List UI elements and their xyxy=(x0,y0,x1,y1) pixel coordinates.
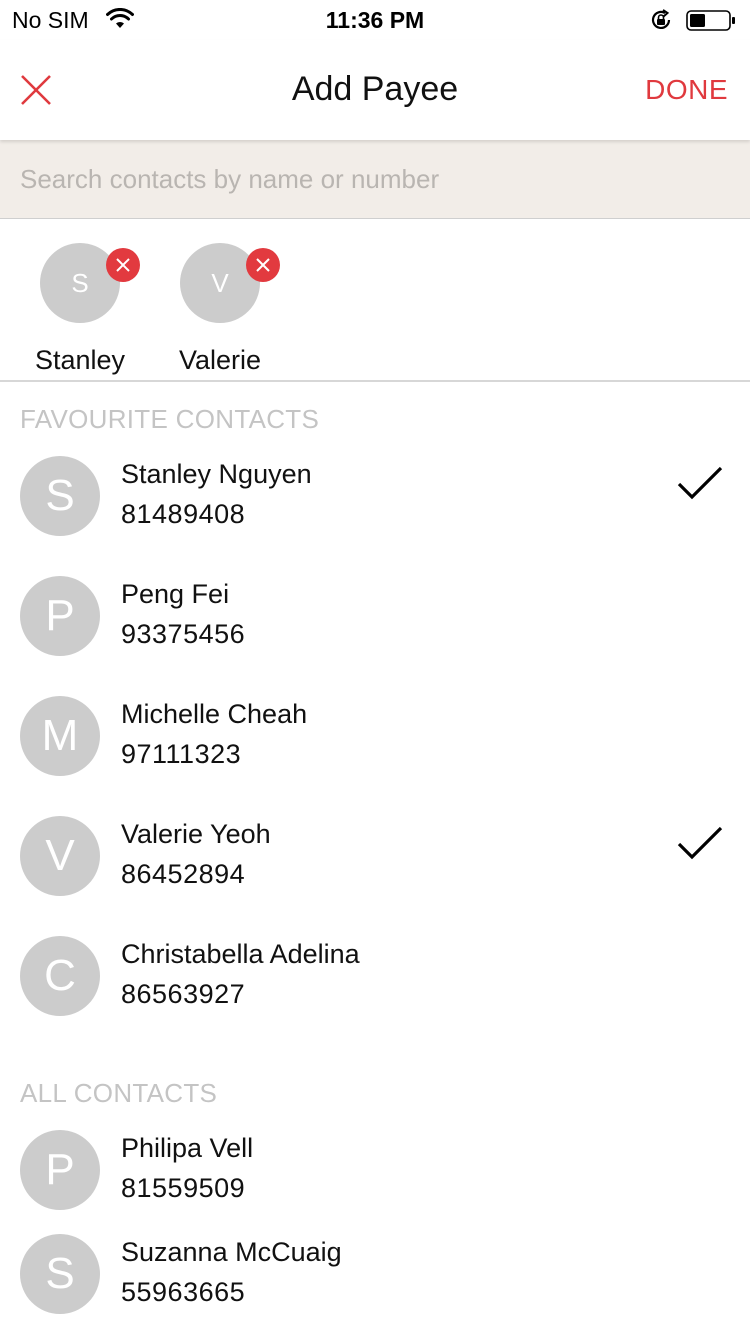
avatar: V xyxy=(20,816,100,896)
contact-row[interactable]: P Peng Fei 93375456 xyxy=(0,556,750,676)
contact-row[interactable]: M Michelle Cheah 97111323 xyxy=(0,676,750,796)
avatar: P xyxy=(20,576,100,656)
selected-payee-chip[interactable]: V Valerie xyxy=(150,243,290,375)
battery-icon xyxy=(686,10,735,31)
avatar: C xyxy=(20,936,100,1016)
checkmark-icon xyxy=(677,826,723,860)
remove-icon xyxy=(256,258,270,272)
contact-row[interactable]: P Philipa Vell 81559509 xyxy=(0,1110,750,1230)
remove-payee-button[interactable] xyxy=(246,248,280,282)
contact-row[interactable]: S Suzanna McCuaig 55963665 xyxy=(0,1214,750,1334)
contact-row[interactable]: V Valerie Yeoh 86452894 xyxy=(0,796,750,916)
section-header-all-contacts: ALL CONTACTS xyxy=(20,1078,218,1108)
section-header-favourites: FAVOURITE CONTACTS xyxy=(20,404,320,434)
contact-phone: 81559509 xyxy=(121,1173,246,1203)
remove-icon xyxy=(116,258,130,272)
selected-payee-name: Valerie xyxy=(178,345,262,375)
search-input[interactable] xyxy=(20,140,730,218)
remove-payee-button[interactable] xyxy=(106,248,140,282)
contact-phone: 97111323 xyxy=(121,739,242,769)
contact-name: Valerie Yeoh xyxy=(121,819,271,849)
contact-row[interactable]: C Christabella Adelina 86563927 xyxy=(0,916,750,1036)
avatar: S xyxy=(20,1234,100,1314)
contact-phone: 93375456 xyxy=(121,619,246,649)
selected-payees: S Stanley V Valerie xyxy=(0,219,750,382)
contact-phone: 86452894 xyxy=(121,859,246,889)
avatar: M xyxy=(20,696,100,776)
lock-rotation-icon xyxy=(651,9,671,29)
checkmark-icon xyxy=(677,466,723,500)
contact-row[interactable]: S Stanley Nguyen 81489408 xyxy=(0,436,750,556)
contact-phone: 86563927 xyxy=(121,979,246,1009)
done-button[interactable]: DONE xyxy=(645,74,728,106)
nav-bar: Add Payee DONE xyxy=(0,40,750,140)
avatar: P xyxy=(20,1130,100,1210)
contact-name: Philipa Vell xyxy=(121,1133,254,1163)
selected-payee-chip[interactable]: S Stanley xyxy=(10,243,150,375)
contact-phone: 55963665 xyxy=(121,1277,246,1307)
status-time: 11:36 PM xyxy=(325,7,425,33)
contact-name: Michelle Cheah xyxy=(121,699,308,729)
selected-payee-name: Stanley xyxy=(34,345,126,375)
avatar: S xyxy=(20,456,100,536)
contact-name: Stanley Nguyen xyxy=(121,459,312,489)
contact-phone: 81489408 xyxy=(121,499,246,529)
page-title: Add Payee xyxy=(291,70,459,108)
contact-name: Peng Fei xyxy=(121,579,230,609)
contact-name: Christabella Adelina xyxy=(121,939,360,969)
contact-name: Suzanna McCuaig xyxy=(121,1237,342,1267)
search-bar xyxy=(0,140,750,219)
status-bar: No SIM 11:36 PM xyxy=(0,0,750,40)
